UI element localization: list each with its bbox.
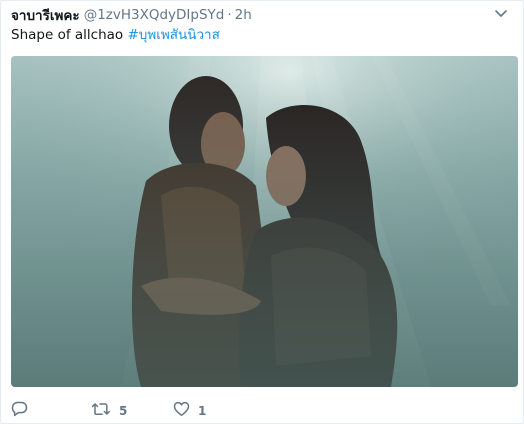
underwater-embrace-photo xyxy=(11,56,518,387)
heart-icon xyxy=(173,401,190,421)
tweet-text: Shape of allchao #บุพเพสันนิวาส xyxy=(11,26,220,44)
tweet-timestamp[interactable]: 2h xyxy=(235,7,252,23)
separator-dot: · xyxy=(227,7,232,23)
author-handle[interactable]: @1zvH3XQdyDIpSYd xyxy=(84,7,225,23)
retweet-count: 5 xyxy=(119,404,128,418)
reply-icon xyxy=(11,401,28,421)
tweet-media-photo[interactable] xyxy=(11,56,518,387)
tweet-actions: 5 1 xyxy=(11,401,513,421)
retweet-button[interactable]: 5 xyxy=(91,401,173,421)
reply-button[interactable] xyxy=(11,401,91,421)
tweet-text-body: Shape of allchao xyxy=(11,27,128,43)
tweet-card[interactable]: จาบารีเพคะ @1zvH3XQdyDIpSYd · 2h Shape o… xyxy=(0,0,524,424)
author-name[interactable]: จาบารีเพคะ xyxy=(11,4,80,26)
hashtag-link[interactable]: #บุพเพสันนิวาส xyxy=(127,27,219,43)
like-button[interactable]: 1 xyxy=(173,401,206,421)
like-count: 1 xyxy=(198,404,207,418)
retweet-icon xyxy=(91,401,111,421)
tweet-header: จาบารีเพคะ @1zvH3XQdyDIpSYd · 2h xyxy=(11,6,513,24)
chevron-down-icon[interactable] xyxy=(493,6,509,22)
